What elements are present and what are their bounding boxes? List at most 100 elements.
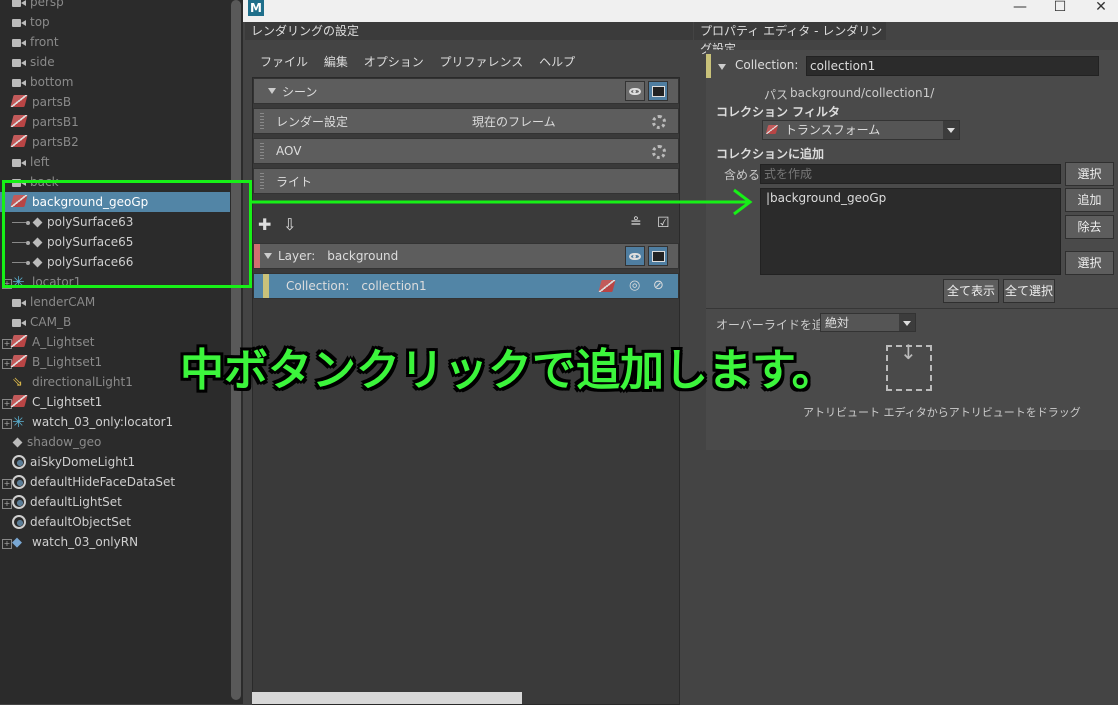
outliner-item-label: A_Lightset	[32, 335, 95, 349]
select-button-2[interactable]: 選択	[1065, 251, 1114, 275]
scene-visibility-button[interactable]	[625, 81, 645, 101]
drop-arrow-icon: ↓	[900, 340, 917, 364]
collection-row[interactable]: Collection: collection1	[253, 273, 679, 299]
expand-triangle-icon[interactable]	[268, 88, 276, 94]
scene-row[interactable]: シーン	[253, 78, 679, 104]
collection-name-label: Collection:	[735, 58, 799, 72]
show-all-button[interactable]: 全て表示	[943, 279, 999, 303]
drag-grip-icon[interactable]	[260, 143, 264, 159]
aov-label: AOV	[276, 144, 302, 158]
outliner-item-label: shadow_geo	[27, 435, 102, 449]
render-settings-label: レンダー設定	[276, 114, 349, 129]
camera-icon	[12, 58, 26, 67]
menu-preferences[interactable]: プリファレンス	[440, 55, 524, 69]
transform-set-icon	[765, 125, 779, 134]
outliner-item[interactable]: top	[0, 12, 230, 32]
lights-label: ライト	[276, 174, 313, 189]
outliner-item[interactable]: left	[0, 152, 230, 172]
set-icon	[10, 135, 28, 149]
outliner-item-label: defaultHideFaceDataSet	[30, 475, 176, 489]
property-editor-title: プロパティ エディタ - レンダリング設定	[694, 22, 886, 56]
list-item[interactable]: |background_geoGp	[764, 189, 1060, 207]
expression-input[interactable]: 式を作成	[760, 164, 1061, 184]
menu-help[interactable]: ヘルプ	[539, 55, 575, 69]
set-icon	[10, 335, 28, 349]
remove-button[interactable]: 除去	[1065, 215, 1114, 239]
outliner-item[interactable]: + defaultHideFaceDataSet	[0, 472, 230, 492]
static-selection-list[interactable]: |background_geoGp	[760, 188, 1061, 275]
camera-icon	[12, 158, 26, 167]
outliner-item[interactable]: partsB1	[0, 112, 230, 132]
annotation-text: 中ボタンクリックで追加します。	[180, 345, 836, 396]
layer-row[interactable]: Layer: background	[253, 243, 679, 269]
expression-placeholder: 式を作成	[764, 167, 813, 181]
outliner-item[interactable]: + ✳ watch_03_only:locator1	[0, 412, 230, 432]
drag-grip-icon[interactable]	[260, 173, 264, 189]
expand-plus-icon[interactable]: +	[2, 415, 12, 429]
outliner-item[interactable]: shadow_geo	[0, 432, 230, 452]
layer-visibility-button[interactable]	[625, 246, 645, 266]
camera-icon	[12, 38, 26, 47]
select-all-button[interactable]: 全て選択	[1003, 279, 1055, 303]
outliner-item-label: defaultObjectSet	[30, 515, 132, 529]
set-icon	[10, 355, 28, 369]
menu-edit[interactable]: 編集	[324, 55, 348, 69]
disable-icon[interactable]: ⊘	[653, 278, 664, 293]
add-button[interactable]: 追加	[1065, 188, 1114, 212]
expand-triangle-icon[interactable]	[264, 253, 272, 259]
maximize-button[interactable]: ☐	[1037, 0, 1083, 18]
path-value: background/collection1/	[790, 86, 935, 100]
layer-render-button[interactable]	[648, 246, 668, 266]
menu-options[interactable]: オプション	[364, 55, 424, 69]
outliner-item[interactable]: + ◆ watch_03_onlyRN	[0, 532, 230, 552]
close-button[interactable]: ✕	[1078, 0, 1118, 18]
outliner-item-label: C_Lightset1	[32, 395, 103, 409]
aov-row[interactable]: AOV	[253, 138, 679, 164]
scene-render-button[interactable]	[648, 81, 668, 101]
collection-filter-label: コレクション フィルタ	[716, 105, 840, 119]
clapper-icon	[651, 85, 665, 97]
override-type-dropdown[interactable]: 絶対	[820, 313, 916, 332]
drag-grip-icon[interactable]	[260, 113, 264, 129]
collection-filter-dropdown[interactable]: トランスフォーム	[762, 120, 960, 140]
outliner-item[interactable]: CAM_B	[0, 312, 230, 332]
viewport-strip	[252, 692, 522, 704]
skydome-light-icon	[12, 455, 26, 469]
outliner-item[interactable]: partsB2	[0, 132, 230, 152]
outliner-item[interactable]: persp	[0, 0, 230, 12]
current-frame-label: 現在のフレーム	[472, 114, 556, 129]
drag-hint-text: アトリビュート エディタからアトリビュートをドラッグ	[803, 406, 1081, 419]
collection-color-marker	[706, 54, 711, 78]
set-icon	[10, 395, 28, 409]
outliner-item[interactable]: lenderCAM	[0, 292, 230, 312]
outliner-item-label: side	[30, 55, 55, 69]
layer-prefix: Layer:	[278, 249, 316, 263]
collection-name-field[interactable]: collection1	[806, 56, 1099, 76]
render-setup-title: レンダリングの設定	[245, 22, 693, 40]
outliner-item-label: left	[30, 155, 50, 169]
outliner-item[interactable]: partsB	[0, 92, 230, 112]
outliner-item[interactable]: bottom	[0, 72, 230, 92]
outliner-item[interactable]: front	[0, 32, 230, 52]
eye-icon	[629, 87, 641, 95]
menu-file[interactable]: ファイル	[260, 55, 308, 69]
outliner-item-label: front	[30, 35, 59, 49]
select-button[interactable]: 選択	[1065, 162, 1114, 186]
gear-icon[interactable]	[652, 115, 666, 129]
expand-plus-icon[interactable]: +	[2, 475, 12, 489]
annotation-arrow	[250, 188, 753, 216]
outliner-item-label: partsB	[32, 95, 72, 109]
outliner-item[interactable]: side	[0, 52, 230, 72]
outliner-item[interactable]: + defaultLightSet	[0, 492, 230, 512]
gear-icon[interactable]	[652, 145, 666, 159]
chevron-down-icon	[943, 121, 959, 139]
collapse-triangle-icon[interactable]	[718, 59, 732, 73]
outliner-item[interactable]: defaultObjectSet	[0, 512, 230, 532]
override-value: 絶対	[825, 316, 850, 330]
isolate-icon[interactable]: ◎	[629, 278, 640, 293]
outliner-item[interactable]: aiSkyDomeLight1	[0, 452, 230, 472]
render-settings-row[interactable]: レンダー設定 現在のフレーム	[253, 108, 679, 134]
expand-plus-icon[interactable]: +	[2, 495, 12, 509]
expand-plus-icon[interactable]: +	[2, 535, 12, 549]
outliner-item-label: watch_03_onlyRN	[32, 535, 139, 549]
